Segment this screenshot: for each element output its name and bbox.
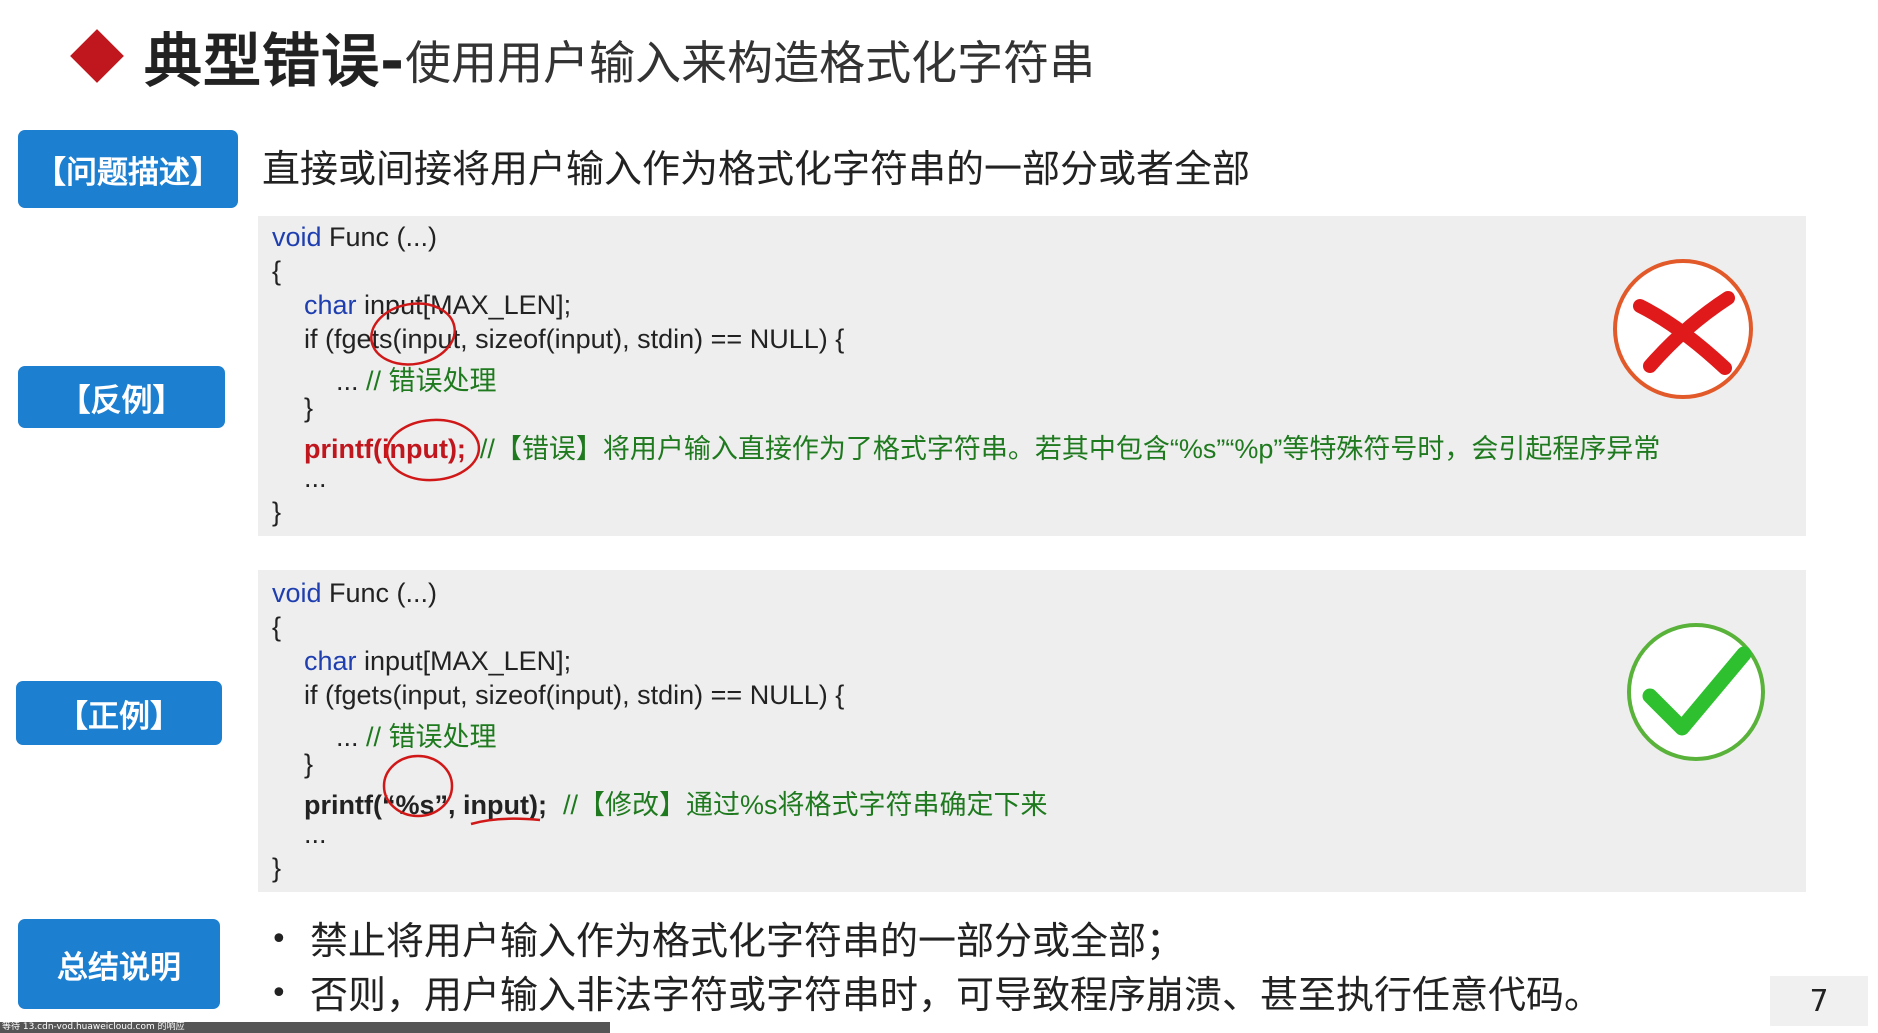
page-number: 7: [1770, 976, 1868, 1026]
cross-mark-icon: [1613, 259, 1753, 399]
bullet: •: [270, 922, 288, 957]
bullet: •: [270, 976, 288, 1011]
label-good-example: 【正例】: [16, 681, 222, 745]
label-summary: 总结说明: [18, 919, 220, 1009]
red-annotation-circles: [370, 302, 481, 482]
good-code-block: void Func (...) { char input[MAX_LEN]; i…: [258, 570, 1806, 892]
red-annotation-marks: [382, 754, 541, 826]
label-problem: 【问题描述】: [18, 130, 238, 208]
check-mark-icon: [1627, 623, 1765, 761]
slide-title: 典型错误- 使用用户输入来构造格式化字符串: [62, 14, 1095, 98]
browser-status-bar: 等待 13.cdn-vod.huaweicloud.com 的响应: [0, 1022, 610, 1033]
diamond-bullet-icon: [70, 29, 124, 83]
summary-line-2: 否则，用户输入非法字符或字符串时，可导致程序崩溃、甚至执行任意代码。: [310, 973, 1603, 1017]
bad-code-block: void Func (...) { char input[MAX_LEN]; i…: [258, 216, 1806, 536]
problem-description: 直接或间接将用户输入作为格式化字符串的一部分或者全部: [262, 147, 1251, 191]
title-sub: 使用用户输入来构造格式化字符串: [405, 36, 1096, 90]
title-main: 典型错误-: [144, 27, 406, 95]
summary-line-1: 禁止将用户输入作为格式化字符串的一部分或全部；: [310, 919, 1185, 963]
label-bad-example: 【反例】: [18, 366, 225, 428]
